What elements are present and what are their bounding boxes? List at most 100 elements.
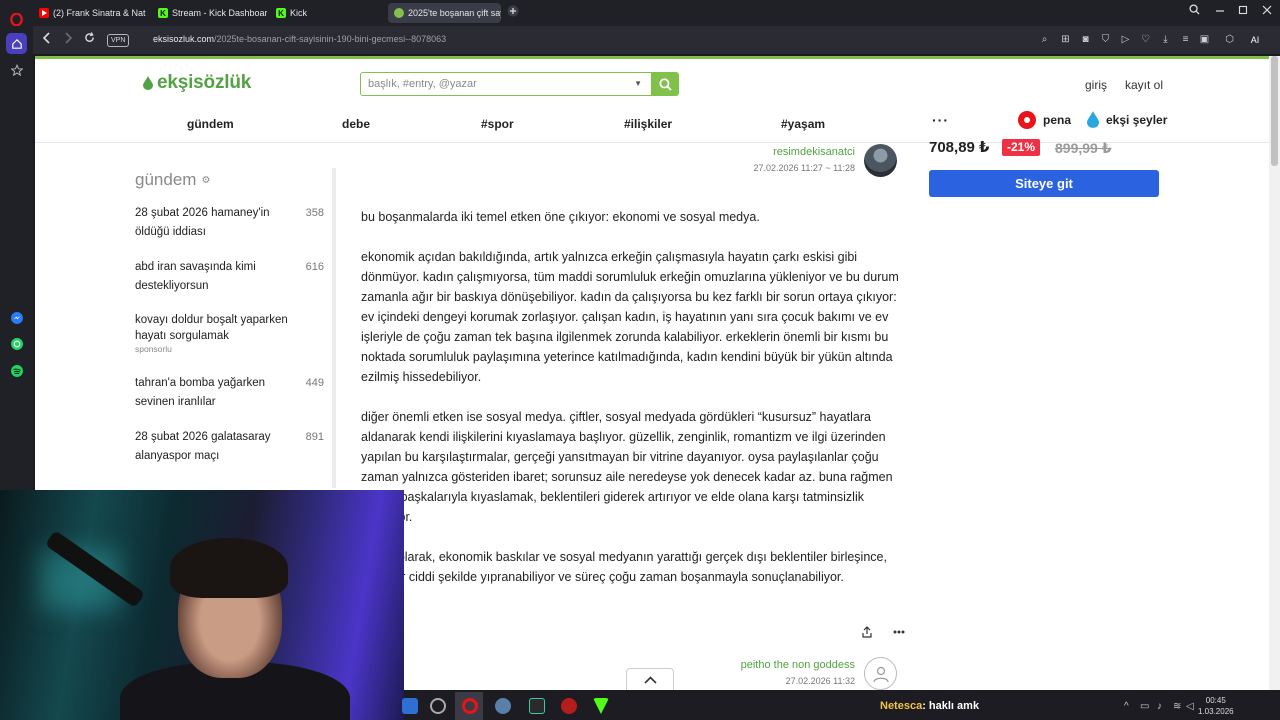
whatsapp-icon[interactable]: [6, 333, 27, 354]
tab-eksisozluk[interactable]: 2025'te boşanan çift sayıs: [388, 3, 501, 23]
ad-cta-button[interactable]: Siteye git: [929, 170, 1159, 197]
extensions-icon[interactable]: ⬡: [1223, 33, 1236, 46]
mic-icon[interactable]: ♪: [1157, 701, 1162, 712]
shield-icon[interactable]: ⛉: [1099, 33, 1112, 46]
entry-paragraph: diğer önemli etken ise sosyal medya. çif…: [361, 410, 893, 524]
new-tab-icon[interactable]: [507, 5, 519, 20]
app-icon[interactable]: [402, 698, 418, 714]
wifi-icon[interactable]: ≋: [1173, 701, 1181, 712]
tab-kick[interactable]: K Kick: [270, 3, 384, 23]
page-scrollbar[interactable]: [1269, 56, 1280, 690]
sidebar-scrollbar[interactable]: [332, 168, 336, 488]
volume-icon[interactable]: ◁: [1186, 701, 1194, 712]
heart-icon[interactable]: ♡: [1139, 33, 1152, 46]
gundem-title-text: gündem: [135, 170, 197, 189]
chevron-up-icon: [643, 675, 657, 684]
tab-label: 2025'te boşanan çift sayıs: [408, 8, 501, 18]
user-icon: [872, 666, 889, 682]
gundem-item[interactable]: abd iran savaşında kimi destekliyorsun 6…: [135, 258, 327, 296]
eksi-seyler-link[interactable]: ekşi şeyler: [1087, 111, 1167, 128]
app-icon[interactable]: [495, 698, 511, 714]
maximize-icon[interactable]: [1238, 4, 1248, 18]
search-input[interactable]: [361, 73, 621, 95]
eksi-drop-icon: [143, 76, 153, 90]
menu-icon[interactable]: ≡: [1179, 33, 1192, 46]
register-link[interactable]: kayıt ol: [1125, 78, 1163, 92]
back-icon[interactable]: [42, 32, 52, 47]
search-button[interactable]: [652, 72, 679, 96]
chevron-down-icon[interactable]: ▼: [634, 79, 642, 88]
chat-text: : haklı amk: [922, 700, 980, 712]
chat-user: Netesca: [880, 700, 923, 712]
site-logo[interactable]: ekşisözlük: [143, 72, 251, 94]
tab-label: (2) Frank Sinatra & Nat K: [53, 8, 146, 18]
tray-chevron-icon[interactable]: ^: [1124, 701, 1129, 712]
app-icon[interactable]: [430, 698, 446, 714]
gundem-item-title: 28 şubat 2026 hamaney'in öldüğü iddiası: [135, 207, 270, 238]
entry-actions: [843, 624, 907, 640]
search-box[interactable]: ▼: [360, 72, 652, 96]
gear-icon[interactable]: ⚙: [201, 175, 210, 186]
ad-old-price: 899,99 ₺: [1055, 140, 1112, 156]
nav-debe[interactable]: debe: [342, 117, 370, 131]
nav-gundem[interactable]: gündem: [187, 117, 234, 131]
ai-button[interactable]: AI: [1243, 33, 1267, 46]
gundem-item-count: 449: [305, 377, 324, 389]
camera-icon[interactable]: ◙: [1079, 33, 1092, 46]
nav-iliskiler[interactable]: #ilişkiler: [624, 117, 672, 131]
url-field[interactable]: eksisozluk.com/2025te-bosanan-cift-sayis…: [153, 34, 446, 44]
network-icon[interactable]: ▭: [1140, 701, 1149, 712]
close-icon[interactable]: [1262, 4, 1272, 18]
gundem-item[interactable]: 28 şubat 2026 hamaney'in öldüğü iddiası …: [135, 204, 327, 242]
home-icon[interactable]: [6, 33, 27, 54]
translate-icon[interactable]: ⊞: [1059, 33, 1072, 46]
system-clock[interactable]: 00:45 1.03.2026: [1198, 695, 1234, 717]
nav-spor[interactable]: #spor: [481, 117, 514, 131]
star-icon[interactable]: [6, 59, 27, 80]
search-tabs-icon[interactable]: [1189, 4, 1200, 18]
app-icon[interactable]: [561, 698, 577, 714]
nav-more-button[interactable]: ···: [932, 112, 949, 128]
download-icon[interactable]: ⤓: [1159, 33, 1172, 46]
clock-time: 00:45: [1205, 696, 1226, 705]
address-bar: VPN eksisozluk.com/2025te-bosanan-cift-s…: [33, 26, 1280, 54]
spotify-icon[interactable]: [6, 360, 27, 381]
messenger-icon[interactable]: [6, 307, 27, 328]
scrollbar-thumb[interactable]: [1271, 56, 1278, 166]
play-icon[interactable]: ▷: [1119, 33, 1132, 46]
tab-kick-dashboard[interactable]: K Stream - Kick Dashboard: [152, 3, 267, 23]
entry-paragraph: ekonomik açıdan bakıldığında, artık yaln…: [361, 250, 899, 384]
sponsored-label: sponsorlu: [135, 344, 172, 354]
login-link[interactable]: giriş: [1085, 78, 1107, 92]
gundem-item[interactable]: tahran'a bomba yağarken sevinen iranlıla…: [135, 374, 327, 412]
gundem-title: gündem ⚙: [135, 170, 210, 190]
reload-icon[interactable]: [84, 32, 95, 46]
gundem-item-count: 891: [305, 431, 324, 443]
seyler-drop-icon: [1087, 111, 1099, 128]
opera-taskbar-icon[interactable]: [462, 698, 478, 714]
avatar-placeholder[interactable]: [864, 657, 897, 690]
vpn-badge[interactable]: VPN: [107, 34, 130, 47]
gundem-item-count: 616: [305, 261, 324, 273]
avatar[interactable]: [864, 144, 897, 177]
app-icon[interactable]: [529, 698, 545, 714]
pena-link[interactable]: pena: [1018, 111, 1071, 129]
tab-label: Stream - Kick Dashboard: [172, 8, 267, 18]
ad-price: 708,89 ₺: [929, 139, 990, 156]
opera-logo-icon[interactable]: [6, 9, 27, 30]
app-icon[interactable]: [593, 698, 609, 714]
ai-label: AI: [1250, 34, 1260, 45]
gundem-item-sponsored[interactable]: kovayı doldur boşalt yaparken hayatı sor…: [135, 312, 327, 354]
share-icon[interactable]: [859, 624, 875, 640]
minimize-icon[interactable]: [1215, 4, 1225, 18]
wallet-icon[interactable]: ▣: [1198, 33, 1211, 46]
entry-author[interactable]: resimdekisanatci: [595, 146, 855, 158]
zoom-icon[interactable]: ⌕: [1038, 33, 1051, 46]
more-options-icon[interactable]: [891, 624, 907, 640]
tab-youtube[interactable]: (2) Frank Sinatra & Nat K: [33, 3, 146, 23]
gundem-item[interactable]: 28 şubat 2026 galatasaray alanyaspor maç…: [135, 428, 327, 466]
entry-date[interactable]: 27.02.2026 11:27 ~ 11:28: [595, 163, 855, 173]
scroll-to-top-button[interactable]: [626, 668, 674, 690]
nav-yasam[interactable]: #yaşam: [781, 117, 825, 131]
forward-icon[interactable]: [63, 32, 73, 47]
